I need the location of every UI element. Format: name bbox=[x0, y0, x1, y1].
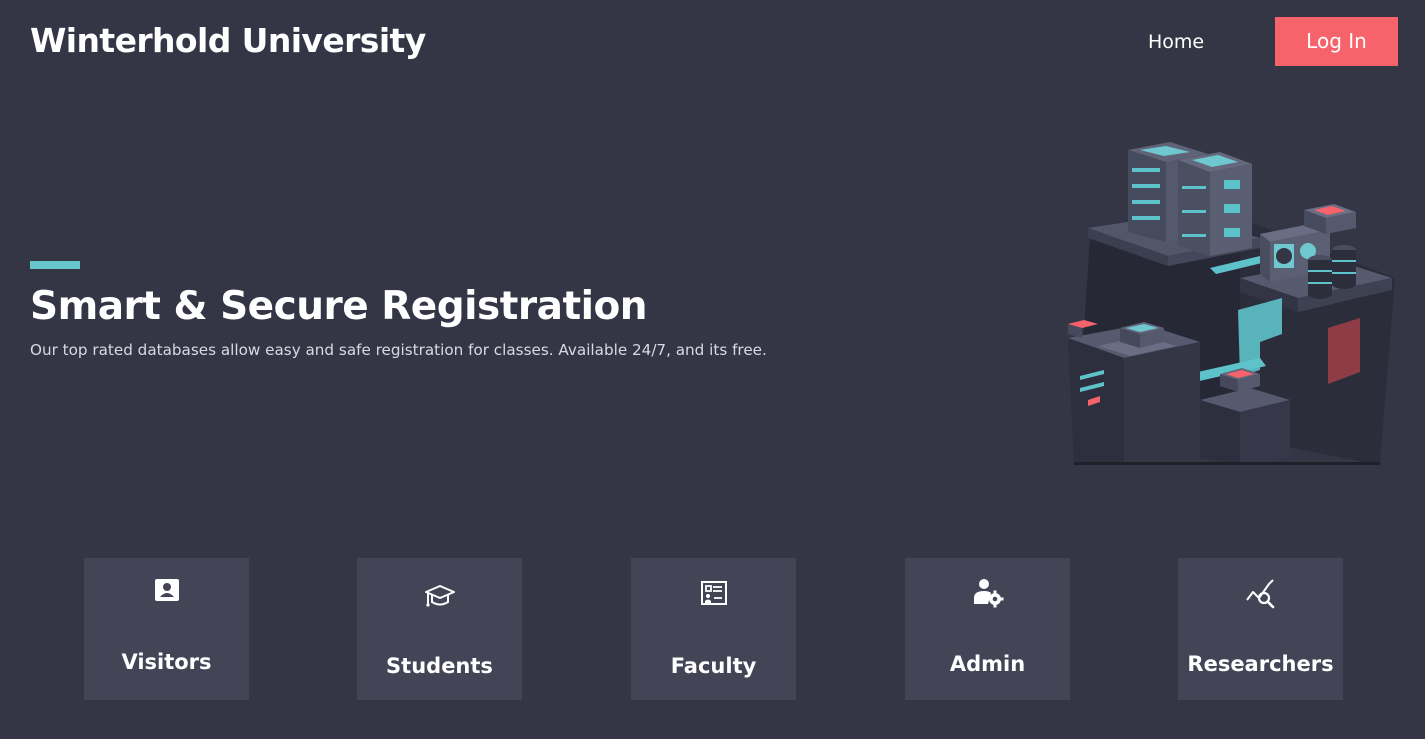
card-label: Visitors bbox=[121, 650, 212, 674]
hero-title: Smart & Secure Registration bbox=[30, 284, 648, 329]
card-admin[interactable]: Admin bbox=[905, 558, 1070, 700]
user-gear-icon bbox=[973, 579, 1003, 608]
login-button[interactable]: Log In bbox=[1275, 17, 1398, 66]
chart-search-icon bbox=[1245, 579, 1274, 609]
graduation-cap-icon bbox=[424, 585, 455, 607]
site-brand[interactable]: Winterhold University bbox=[30, 18, 426, 64]
card-label: Students bbox=[386, 654, 493, 678]
card-label: Faculty bbox=[670, 654, 757, 678]
card-label: Researchers bbox=[1187, 652, 1334, 676]
card-students[interactable]: Students bbox=[357, 558, 522, 700]
card-label: Admin bbox=[949, 652, 1026, 676]
card-researchers[interactable]: Researchers bbox=[1178, 558, 1343, 700]
contact-card-icon bbox=[154, 579, 179, 601]
hero-subtitle: Our top rated databases allow easy and s… bbox=[30, 341, 767, 359]
nav-home-link[interactable]: Home bbox=[1148, 28, 1204, 56]
server-city-illustration bbox=[1068, 142, 1395, 465]
card-visitors[interactable]: Visitors bbox=[84, 558, 249, 700]
landing-page: Winterhold University Home Log In Smart … bbox=[0, 0, 1425, 739]
whiteboard-presentation-icon bbox=[700, 581, 727, 605]
card-faculty[interactable]: Faculty bbox=[631, 558, 796, 700]
hero-accent-bar bbox=[30, 261, 80, 269]
